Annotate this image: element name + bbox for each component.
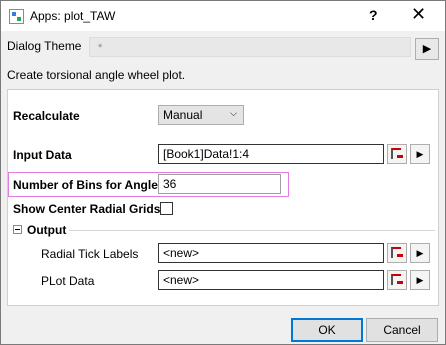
- range-select-icon: [391, 274, 403, 285]
- cancel-button[interactable]: Cancel: [366, 318, 438, 342]
- bins-label: Number of Bins for Angles: [13, 178, 165, 192]
- output-divider: [69, 230, 435, 231]
- range-select-icon: [391, 148, 403, 159]
- radial-tick-picker-button[interactable]: [387, 243, 407, 263]
- title-bar: Apps: plot_TAW ? ✕: [1, 1, 445, 31]
- radial-tick-labels-label: Radial Tick Labels: [41, 247, 139, 261]
- recalculate-value: Manual: [163, 108, 203, 122]
- output-collapse-icon[interactable]: [13, 225, 22, 234]
- theme-menu-button[interactable]: ▶: [415, 38, 439, 60]
- output-group-label: Output: [27, 223, 67, 237]
- recalculate-label: Recalculate: [13, 109, 80, 123]
- plot-data-field[interactable]: <new>: [158, 270, 384, 290]
- dialog-theme-label: Dialog Theme: [7, 39, 82, 53]
- radial-tick-labels-field[interactable]: <new>: [158, 243, 384, 263]
- radial-tick-menu-button[interactable]: ▶: [410, 243, 430, 263]
- close-button[interactable]: ✕: [411, 4, 426, 25]
- plot-data-picker-button[interactable]: [387, 270, 407, 290]
- dialog-theme-combo[interactable]: *: [89, 37, 411, 57]
- help-button[interactable]: ?: [369, 7, 378, 23]
- plot-data-label: PLot Data: [41, 274, 95, 288]
- center-grids-label: Show Center Radial Grids: [13, 202, 161, 216]
- plot-data-menu-button[interactable]: ▶: [410, 270, 430, 290]
- input-data-label: Input Data: [13, 148, 72, 162]
- input-data-menu-button[interactable]: ▶: [410, 144, 430, 164]
- description-text: Create torsional angle wheel plot.: [7, 68, 186, 82]
- window-title: Apps: plot_TAW: [30, 9, 116, 23]
- ok-button[interactable]: OK: [291, 318, 363, 342]
- center-grids-checkbox[interactable]: [160, 202, 173, 215]
- recalculate-dropdown[interactable]: Manual ⌵: [158, 105, 244, 125]
- app-icon: [9, 9, 24, 24]
- bins-input[interactable]: 36: [158, 174, 281, 194]
- dialog-window: Apps: plot_TAW ? ✕ Dialog Theme * ▶ Crea…: [0, 0, 446, 345]
- input-data-field[interactable]: [Book1]Data!1:4: [158, 144, 384, 164]
- chevron-down-icon: ⌵: [230, 108, 237, 118]
- input-data-picker-button[interactable]: [387, 144, 407, 164]
- range-select-icon: [391, 247, 403, 258]
